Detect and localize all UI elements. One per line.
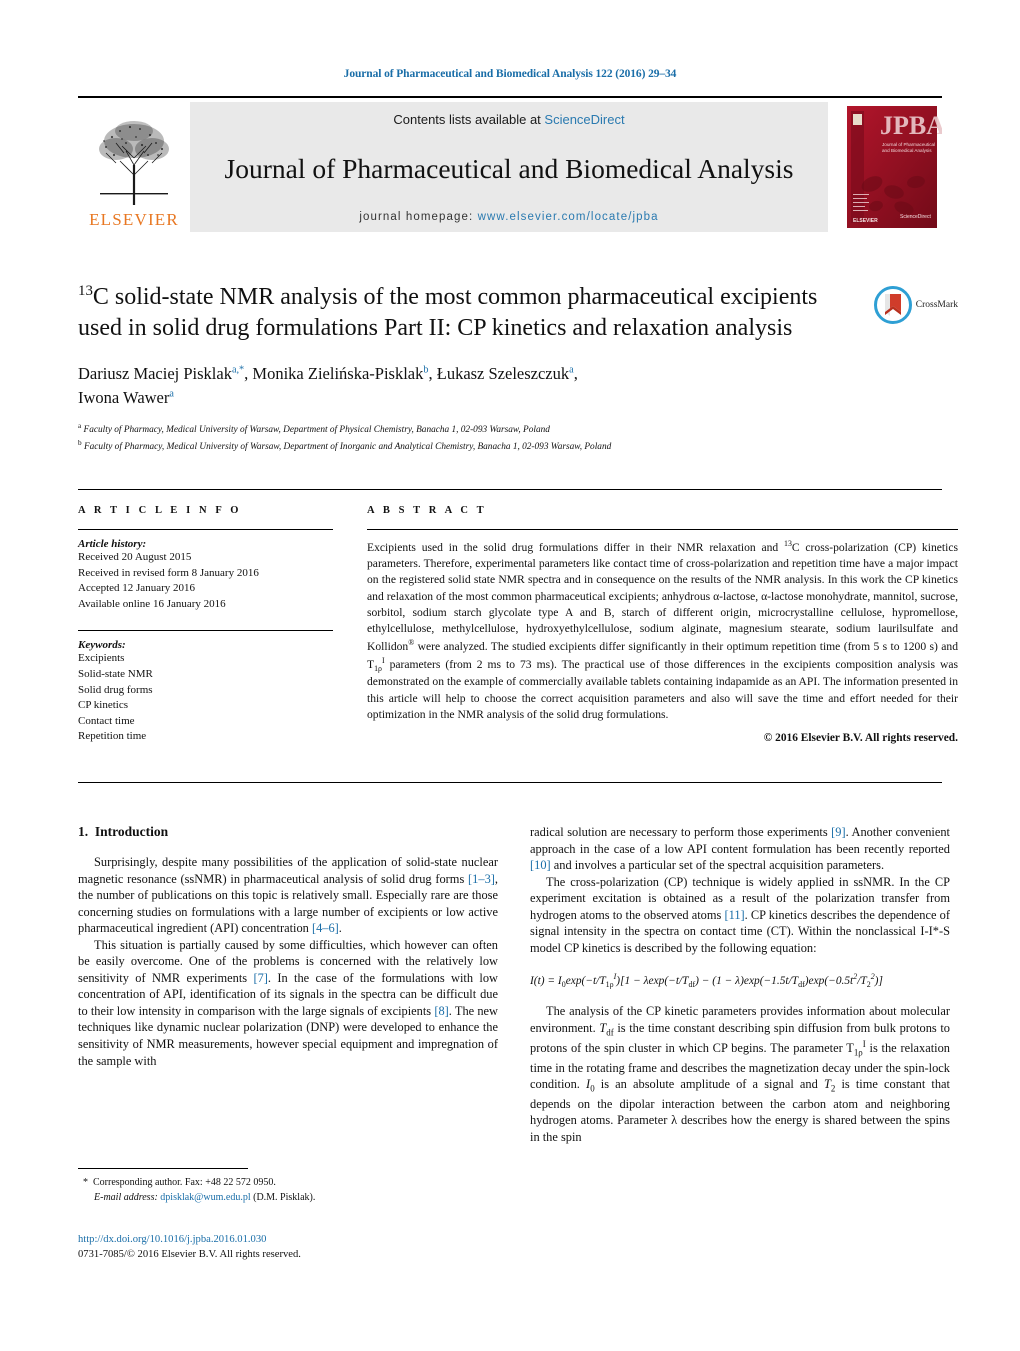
keyword-item: Repetition time bbox=[78, 730, 147, 743]
crossmark-label: CrossMark bbox=[915, 300, 958, 310]
affil-marker-a: a bbox=[78, 422, 82, 431]
abstract-bottom-rule bbox=[78, 782, 942, 783]
body-right-column: radical solution are necessary to perfor… bbox=[530, 824, 950, 1145]
abstract-divider bbox=[367, 529, 958, 530]
author-list: Dariusz Maciej Pisklaka,*, Monika Zieliń… bbox=[78, 364, 578, 407]
keyword-item: Solid-state NMR bbox=[78, 668, 153, 681]
author-affil-marker: a bbox=[169, 388, 174, 400]
keywords-divider bbox=[78, 630, 333, 632]
keyword-item: CP kinetics bbox=[78, 699, 129, 712]
masthead-center-panel: Contents lists available at ScienceDirec… bbox=[190, 102, 828, 232]
footnote-line-2: E-mail address: dpisklak@wum.edu.pl (D.M… bbox=[78, 1191, 508, 1206]
svg-text:ScienceDirect: ScienceDirect bbox=[900, 214, 931, 220]
crossmark-icon bbox=[873, 286, 912, 324]
keyword-item: Excipients bbox=[78, 652, 125, 665]
footnote-rule bbox=[78, 1168, 248, 1169]
affiliation-b: b Faculty of Pharmacy, Medical Universit… bbox=[78, 438, 838, 455]
paragraph: The analysis of the CP kinetic parameter… bbox=[530, 1004, 951, 1144]
paragraph: radical solution are necessary to perfor… bbox=[530, 825, 950, 873]
keyword-item: Contact time bbox=[78, 714, 135, 727]
elsevier-tree-icon bbox=[99, 121, 169, 205]
homepage-url-link[interactable]: www.elsevier.com/locate/jpba bbox=[478, 211, 659, 223]
history-item: Accepted 12 January 2016 bbox=[78, 582, 195, 595]
info-abstract-region: A R T I C L E I N F O Article history: R… bbox=[78, 505, 958, 745]
keywords-block: Keywords: Excipients Solid-state NMR Sol… bbox=[78, 630, 333, 745]
journal-cover-thumbnail: JPBA Journal of Pharmaceutical and Biome… bbox=[842, 102, 942, 232]
article-history-list: Received 20 August 2015 Received in revi… bbox=[78, 550, 333, 612]
paragraph: This situation is partially caused by so… bbox=[78, 937, 498, 1068]
citation-link[interactable]: [7] bbox=[253, 971, 267, 985]
history-item: Available online 16 January 2016 bbox=[78, 597, 226, 610]
article-body: 1. Introduction Surprisingly, despite ma… bbox=[78, 824, 950, 1145]
author-affil-marker: a bbox=[569, 364, 574, 376]
keyword-item: Solid drug forms bbox=[78, 683, 153, 696]
elsevier-logo: ELSEVIER bbox=[78, 102, 190, 232]
elsevier-wordmark: ELSEVIER bbox=[89, 210, 179, 229]
author-affil-marker: a,* bbox=[231, 364, 245, 376]
citation-link[interactable]: [8] bbox=[434, 1004, 448, 1018]
title-text: C solid-state NMR analysis of the most c… bbox=[78, 284, 818, 342]
citation-link[interactable]: [11] bbox=[724, 908, 744, 922]
page-title: 13C solid-state NMR analysis of the most… bbox=[78, 282, 838, 344]
keywords-label: Keywords: bbox=[78, 639, 126, 652]
contents-prefix: Contents lists available at bbox=[393, 112, 545, 127]
corresponding-author-footnote: * Corresponding author. Fax: +48 22 572 … bbox=[78, 1176, 508, 1205]
abstract-text: Excipients used in the solid drug formul… bbox=[367, 539, 958, 721]
doi-link[interactable]: http://dx.doi.org/10.1016/j.jpba.2016.01… bbox=[78, 1232, 508, 1247]
svg-text:JPBA: JPBA bbox=[880, 111, 942, 140]
body-left-column: 1. Introduction Surprisingly, despite ma… bbox=[78, 824, 498, 1145]
running-head: Journal of Pharmaceutical and Biomedical… bbox=[343, 68, 677, 80]
article-history-label: Article history: bbox=[78, 538, 147, 550]
cp-kinetics-equation: I(t) = I0exp(−t/T1ρI)[1 − λexp(−t/Tdf) −… bbox=[530, 972, 883, 990]
abstract-heading: A B S T R A C T bbox=[367, 505, 487, 516]
journal-masthead: ELSEVIER Contents lists available at Sci… bbox=[78, 96, 942, 232]
citation-link[interactable]: [1–3] bbox=[468, 872, 495, 886]
abstract-column: A B S T R A C T Excipients used in the s… bbox=[333, 505, 958, 745]
history-item: Received in revised form 8 January 2016 bbox=[78, 566, 259, 579]
footnote-asterisk: * bbox=[83, 1177, 88, 1188]
homepage-prefix: journal homepage: bbox=[359, 211, 478, 223]
journal-cover-image: JPBA Journal of Pharmaceutical and Biome… bbox=[842, 102, 942, 232]
author-affil-marker: b bbox=[423, 364, 429, 376]
footnote-line-1: * Corresponding author. Fax: +48 22 572 … bbox=[78, 1176, 508, 1191]
title-block: 13C solid-state NMR analysis of the most… bbox=[78, 282, 838, 454]
crossmark-badge[interactable]: CrossMark bbox=[873, 286, 958, 324]
journal-homepage-line: journal homepage: www.elsevier.com/locat… bbox=[359, 211, 658, 223]
email-link[interactable]: dpisklak@wum.edu.pl bbox=[160, 1192, 250, 1203]
article-info-divider bbox=[78, 529, 333, 530]
info-section-top-rule bbox=[78, 489, 942, 490]
sciencedirect-link[interactable]: ScienceDirect bbox=[544, 112, 624, 127]
affiliation-a: a Faculty of Pharmacy, Medical Universit… bbox=[78, 421, 838, 438]
keywords-list: Excipients Solid-state NMR Solid drug fo… bbox=[78, 651, 333, 745]
section-number: 1. bbox=[78, 824, 89, 839]
journal-title: Journal of Pharmaceutical and Biomedical… bbox=[224, 153, 794, 184]
citation-link[interactable]: [4–6] bbox=[312, 921, 339, 935]
svg-text:ELSEVIER: ELSEVIER bbox=[853, 218, 878, 224]
section-title-text: Introduction bbox=[94, 824, 169, 839]
journal-article-page: Journal of Pharmaceutical and Biomedical… bbox=[0, 0, 1020, 1351]
affiliation-b-text: Faculty of Pharmacy, Medical University … bbox=[83, 441, 612, 452]
issn-copyright-line: 0731-7085/© 2016 Elsevier B.V. All right… bbox=[78, 1249, 301, 1261]
citation-link[interactable]: [10] bbox=[530, 858, 551, 872]
history-item: Received 20 August 2015 bbox=[78, 551, 192, 563]
contents-available-line: Contents lists available at ScienceDirec… bbox=[393, 112, 624, 127]
svg-text:and Biomedical Analysis: and Biomedical Analysis bbox=[882, 148, 932, 153]
citation-link[interactable]: [9] bbox=[831, 825, 845, 839]
introduction-heading: 1. Introduction bbox=[78, 824, 498, 840]
corresponding-author-text: Corresponding author. Fax: +48 22 572 09… bbox=[93, 1177, 276, 1188]
article-info-heading: A R T I C L E I N F O bbox=[78, 505, 242, 516]
affiliation-a-text: Faculty of Pharmacy, Medical University … bbox=[83, 425, 550, 436]
svg-text:Journal of Pharmaceutical: Journal of Pharmaceutical bbox=[882, 142, 935, 147]
email-owner: (D.M. Pisklak). bbox=[253, 1191, 316, 1203]
abstract-copyright: © 2016 Elsevier B.V. All rights reserved… bbox=[763, 732, 958, 745]
article-info-column: A R T I C L E I N F O Article history: R… bbox=[78, 505, 333, 745]
email-address-label: E-mail address: bbox=[94, 1191, 158, 1203]
affil-marker-b: b bbox=[78, 438, 82, 447]
paragraph: Surprisingly, despite many possibilities… bbox=[78, 855, 498, 936]
paragraph: The cross-polarization (CP) technique is… bbox=[530, 874, 950, 955]
title-superscript: 13 bbox=[78, 283, 93, 299]
affiliations: a Faculty of Pharmacy, Medical Universit… bbox=[78, 421, 838, 454]
doi-block: http://dx.doi.org/10.1016/j.jpba.2016.01… bbox=[78, 1232, 508, 1263]
